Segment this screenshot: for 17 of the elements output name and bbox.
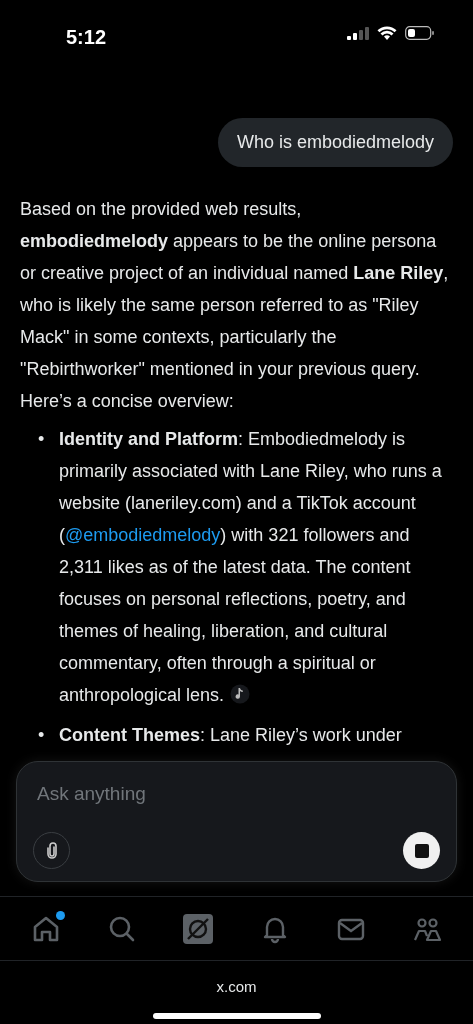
wifi-icon — [377, 26, 397, 40]
profile-link[interactable]: @embodiedmelody — [65, 525, 221, 545]
answer-paragraph: Based on the provided web results, embodiedmelody appears to be the online persona or creative project of an individual named Lane Riley, who is likely the same person referred to as "Riley Mack" in some contexts, particularly the "Rebirthworker" mentioned in your previous query. Here’s a concise overview: — [20, 198, 450, 413]
clock-time: 5:12 — [66, 25, 107, 50]
url-text: x.com — [216, 977, 257, 997]
bullet-marker: • — [38, 724, 46, 747]
bullet-marker: • — [38, 428, 46, 451]
paperclip-icon — [44, 841, 59, 860]
music-note-icon[interactable] — [230, 684, 251, 704]
message-bubble: Who is embodiedmelody — [217, 118, 453, 167]
stop-button[interactable] — [403, 832, 440, 869]
signal-icon — [347, 26, 369, 40]
ask-field[interactable]: Ask anything — [33, 780, 440, 809]
stop-icon — [414, 843, 429, 858]
battery-icon — [405, 26, 435, 40]
bullet-text: Content Themes: Lane Riley’s work under — [59, 724, 403, 747]
bullet-text: Identity and Platform: Embodiedmelody is primarily associated with Lane Riley, who runs a website (laneriley.com) and a TikTok account (@embodiedmelody) with 321 followers and 2,311 likes as of the latest data. The content focuses on personal reflections, poetry, and themes of healing, liberation, and cultural commentary, often through a spiritual or anthropological lens. — [59, 428, 443, 707]
